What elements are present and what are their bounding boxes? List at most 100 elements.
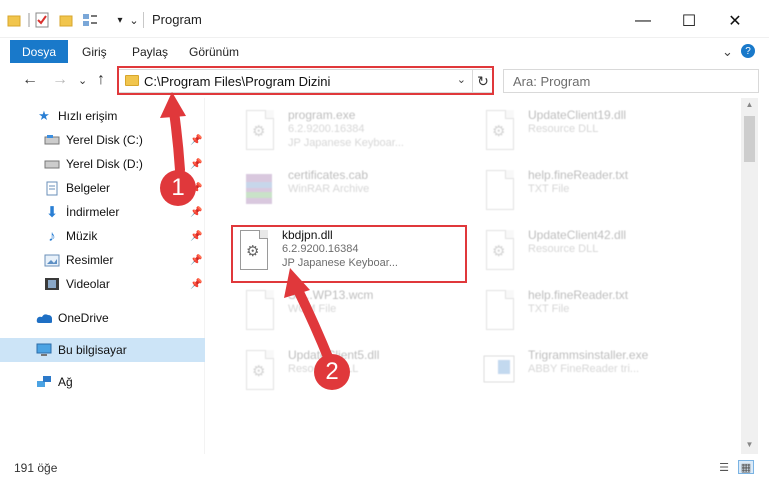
folder-icon[interactable] bbox=[6, 11, 22, 29]
title-bar: ▾ ⌄ Program — ☐ ✕ bbox=[0, 0, 769, 38]
file-name: UpdateClient19.dll bbox=[528, 108, 627, 122]
sidebar-item-network[interactable]: Ağ bbox=[0, 370, 205, 394]
file-name: Trigrammsinstaller.exe bbox=[528, 348, 649, 362]
list-item[interactable]: ⚙ UpdateClient42.dll Resource DLL bbox=[482, 226, 717, 282]
recent-locations-button[interactable]: ⌄ bbox=[78, 74, 87, 87]
pin-icon[interactable]: 📌 bbox=[190, 231, 202, 242]
list-item[interactable]: ⚙ program.exe 6.2.9200.16384 JP Japanese… bbox=[242, 106, 477, 162]
tab-file[interactable]: Dosya bbox=[10, 40, 68, 63]
exe-file-icon: ⚙ bbox=[242, 110, 278, 154]
callout-one: 1 bbox=[160, 170, 196, 206]
close-button[interactable]: ✕ bbox=[712, 6, 758, 36]
list-item[interactable]: help.fineReader.txt TXT File bbox=[482, 286, 717, 342]
pin-icon[interactable]: 📌 bbox=[190, 279, 202, 290]
drive-icon bbox=[44, 133, 60, 147]
sidebar-item-label: Ağ bbox=[58, 375, 73, 389]
sidebar-item-videos[interactable]: Videolar 📌 bbox=[0, 272, 205, 296]
help-button[interactable]: ? bbox=[741, 44, 755, 58]
star-icon: ★ bbox=[38, 108, 50, 123]
sidebar-item-pictures[interactable]: Resimler 📌 bbox=[0, 248, 205, 272]
file-type: WCM File bbox=[288, 303, 337, 315]
list-item[interactable]: Sh...WP13.wcm WCM File bbox=[242, 286, 477, 342]
back-button[interactable]: ← bbox=[22, 71, 38, 89]
forward-button[interactable]: → bbox=[52, 71, 68, 89]
list-item[interactable]: help.fineReader.txt TXT File bbox=[482, 166, 717, 222]
file-name: Sh...WP13.wcm bbox=[288, 288, 374, 302]
file-name: UpdateClient42.dll bbox=[528, 228, 627, 242]
new-folder-icon[interactable] bbox=[58, 11, 74, 29]
pin-icon[interactable]: 📌 bbox=[190, 135, 202, 146]
cloud-icon bbox=[36, 311, 52, 325]
file-type: TXT File bbox=[528, 303, 570, 315]
scroll-down-icon[interactable]: ▼ bbox=[741, 440, 758, 452]
videos-icon bbox=[44, 277, 60, 291]
sidebar-item-label: Yerel Disk (D:) bbox=[66, 157, 143, 171]
sidebar-item-onedrive[interactable]: OneDrive bbox=[0, 306, 205, 330]
file-highlight-box bbox=[231, 225, 467, 283]
archive-file-icon bbox=[242, 170, 278, 214]
text-file-icon bbox=[482, 290, 518, 334]
file-name: help.fineReader.txt bbox=[528, 168, 629, 182]
scroll-thumb[interactable] bbox=[744, 116, 755, 162]
pin-icon[interactable]: 📌 bbox=[190, 255, 202, 266]
list-item[interactable]: certificates.cab WinRAR Archive bbox=[242, 166, 477, 222]
vertical-scrollbar[interactable]: ▲ ▼ bbox=[741, 98, 758, 454]
installer-file-icon bbox=[482, 350, 518, 394]
navigation-pane: ★ Hızlı erişim Yerel Disk (C:) 📌 Yerel D… bbox=[0, 98, 205, 454]
tab-view[interactable]: Görünüm bbox=[189, 45, 239, 59]
sidebar-item-label: İndirmeler bbox=[66, 205, 120, 219]
sidebar-item-disk-c[interactable]: Yerel Disk (C:) 📌 bbox=[0, 128, 205, 152]
file-type: TXT File bbox=[528, 183, 570, 195]
sidebar-item-label: OneDrive bbox=[58, 311, 109, 325]
sidebar-item-music[interactable]: ♪ Müzik 📌 bbox=[0, 224, 205, 248]
file-name: certificates.cab bbox=[288, 168, 369, 182]
expand-ribbon-button[interactable]: ⌄ bbox=[722, 44, 733, 60]
file-description: JP Japanese Keyboar... bbox=[288, 137, 404, 149]
file-name: help.fineReader.txt bbox=[528, 288, 629, 302]
details-view-icon[interactable]: ☰ bbox=[716, 460, 732, 474]
network-icon bbox=[36, 375, 52, 389]
wcm-file-icon bbox=[242, 290, 278, 334]
drive-icon bbox=[44, 157, 60, 171]
scroll-up-icon[interactable]: ▲ bbox=[741, 100, 758, 112]
documents-icon bbox=[44, 181, 60, 195]
minimize-button[interactable]: — bbox=[620, 6, 666, 36]
file-version: 6.2.9200.16384 bbox=[288, 123, 365, 135]
window-title: Program bbox=[152, 12, 202, 27]
status-bar: 191 öğe ☰ ▦ bbox=[0, 454, 769, 496]
search-placeholder: Ara: Program bbox=[513, 74, 591, 89]
search-input[interactable]: Ara: Program bbox=[503, 69, 759, 93]
sidebar-item-label: Müzik bbox=[66, 229, 98, 243]
tab-home[interactable]: Giriş bbox=[82, 45, 107, 59]
file-type: WinRAR Archive bbox=[288, 183, 370, 195]
ribbon: Dosya Giriş Paylaş Görünüm ⌄ ? bbox=[0, 38, 769, 64]
tab-share[interactable]: Paylaş bbox=[132, 45, 168, 59]
sidebar-item-label: Yerel Disk (C:) bbox=[66, 133, 143, 147]
list-item[interactable]: Trigrammsinstaller.exe ABBY FineReader t… bbox=[482, 346, 717, 402]
dll-file-icon: ⚙ bbox=[482, 230, 518, 274]
file-type: Resource DLL bbox=[528, 123, 599, 135]
dll-file-icon: ⚙ bbox=[482, 110, 518, 154]
dll-file-icon: ⚙ bbox=[242, 350, 278, 394]
sidebar-item-label: Belgeler bbox=[66, 181, 111, 195]
list-item[interactable]: ⚙ UpdateClient5.dll Resource DLL bbox=[242, 346, 477, 402]
properties-icon[interactable] bbox=[34, 11, 50, 29]
maximize-button[interactable]: ☐ bbox=[666, 6, 712, 36]
item-count: 191 öğe bbox=[14, 461, 58, 475]
properties-menu-icon[interactable] bbox=[82, 11, 98, 29]
pin-icon[interactable]: 📌 bbox=[190, 207, 202, 218]
list-item[interactable]: ⚙ UpdateClient19.dll Resource DLL bbox=[482, 106, 717, 162]
address-highlight-box bbox=[117, 66, 494, 95]
music-icon: ♪ bbox=[48, 227, 56, 245]
pin-icon[interactable]: 📌 bbox=[190, 159, 202, 170]
up-button[interactable]: ↑ bbox=[97, 71, 105, 89]
chevron-down-icon[interactable]: ⌄ bbox=[126, 11, 142, 29]
sidebar-item-label: Bu bilgisayar bbox=[58, 343, 127, 357]
toolbar-divider bbox=[28, 13, 30, 27]
sidebar-item-this-pc[interactable]: Bu bilgisayar bbox=[0, 338, 205, 362]
title-separator bbox=[143, 12, 144, 28]
downloads-icon: ⬇ bbox=[45, 204, 59, 221]
sidebar-item-quick-access[interactable]: ★ Hızlı erişim bbox=[0, 104, 205, 128]
callout-two: 2 bbox=[314, 354, 350, 390]
tiles-view-icon[interactable]: ▦ bbox=[738, 460, 754, 474]
